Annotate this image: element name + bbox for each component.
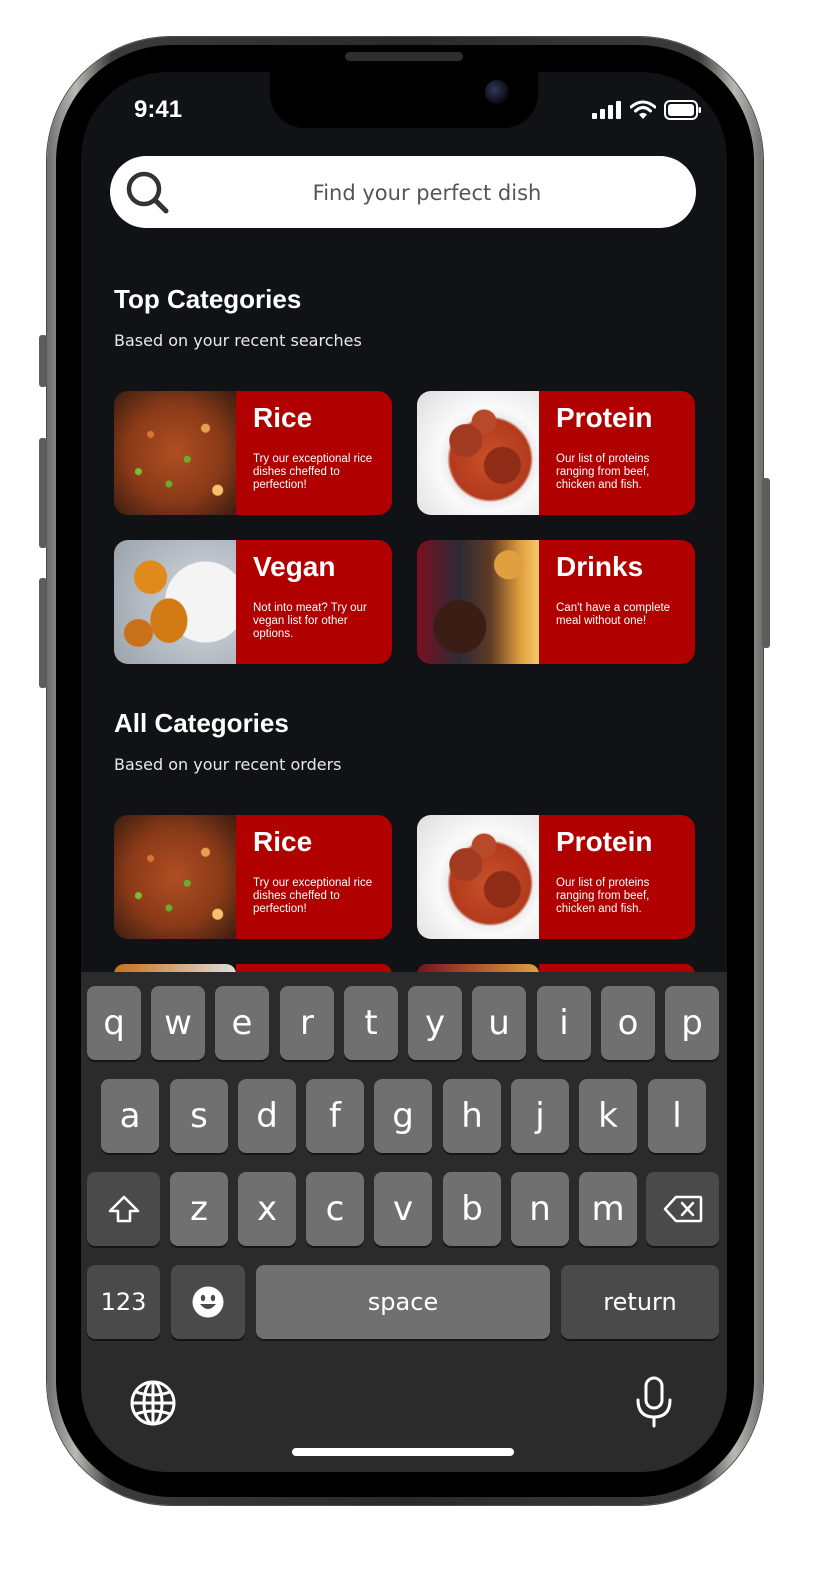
key-i[interactable]: i xyxy=(537,986,591,1060)
key-d[interactable]: d xyxy=(238,1079,296,1153)
key-q[interactable]: q xyxy=(87,986,141,1060)
search-icon[interactable] xyxy=(124,169,170,215)
category-description: Our list of proteins ranging from beef, … xyxy=(556,453,650,491)
action-button xyxy=(39,335,47,387)
key-k[interactable]: k xyxy=(579,1079,637,1153)
emoji-key[interactable] xyxy=(171,1265,245,1339)
drinks-image xyxy=(417,540,539,664)
beef-stew-image xyxy=(417,815,539,939)
shift-icon xyxy=(108,1195,139,1223)
emoji-icon xyxy=(192,1286,224,1318)
category-name: Protein xyxy=(556,402,653,433)
globe-icon xyxy=(130,1380,176,1426)
top-categories-title: Top Categories xyxy=(114,284,302,314)
category-description: Try our exceptional rice dishes cheffed … xyxy=(253,453,373,491)
category-name: Vegan xyxy=(253,551,336,582)
category-name: Rice xyxy=(253,402,313,433)
category-card-drinks[interactable]: Drinks Can't have a complete meal withou… xyxy=(417,540,695,664)
category-description: Try our exceptional rice dishes cheffed … xyxy=(253,877,373,915)
key-f[interactable]: f xyxy=(306,1079,364,1153)
category-name: Rice xyxy=(253,826,313,857)
search-bar[interactable] xyxy=(110,156,696,230)
beef-stew-image xyxy=(417,391,539,515)
key-h[interactable]: h xyxy=(443,1079,501,1153)
home-indicator[interactable] xyxy=(292,1448,514,1456)
status-icons xyxy=(592,100,702,120)
key-m[interactable]: m xyxy=(579,1172,637,1246)
backspace-key[interactable] xyxy=(646,1172,719,1246)
key-x[interactable]: x xyxy=(238,1172,296,1246)
key-z[interactable]: z xyxy=(170,1172,228,1246)
all-categories-subtitle: Based on your recent orders xyxy=(114,755,342,774)
key-y[interactable]: y xyxy=(408,986,462,1060)
category-card-protein[interactable]: Protein Our list of proteins ranging fro… xyxy=(417,815,695,939)
all-categories-title: All Categories xyxy=(114,708,289,738)
key-t[interactable]: t xyxy=(344,986,398,1060)
search-input[interactable] xyxy=(190,156,664,230)
category-card-rice[interactable]: Rice Try our exceptional rice dishes che… xyxy=(114,391,392,515)
jollof-rice-image xyxy=(114,815,236,939)
top-categories-subtitle: Based on your recent searches xyxy=(114,331,362,350)
key-w[interactable]: w xyxy=(151,986,205,1060)
battery-icon xyxy=(664,100,701,120)
earpiece-speaker xyxy=(345,52,463,61)
key-s[interactable]: s xyxy=(170,1079,228,1153)
microphone-icon xyxy=(636,1376,672,1428)
dictation-button[interactable] xyxy=(631,1376,677,1428)
category-name: Protein xyxy=(556,826,653,857)
status-time: 9:41 xyxy=(134,96,183,123)
key-v[interactable]: v xyxy=(374,1172,432,1246)
jollof-rice-image xyxy=(114,391,236,515)
category-card-protein[interactable]: Protein Our list of proteins ranging fro… xyxy=(417,391,695,515)
key-p[interactable]: p xyxy=(665,986,719,1060)
power-button xyxy=(762,478,770,648)
key-o[interactable]: o xyxy=(601,986,655,1060)
notch xyxy=(270,72,538,128)
volume-up-button xyxy=(39,438,47,548)
keyboard: q w e r t y u i o p a s d f g h j k l z … xyxy=(81,972,727,1472)
key-g[interactable]: g xyxy=(374,1079,432,1153)
backspace-icon xyxy=(663,1195,702,1223)
front-camera xyxy=(485,80,509,104)
shift-key[interactable] xyxy=(87,1172,160,1246)
category-card-vegan[interactable]: Vegan Not into meat? Try our vegan list … xyxy=(114,540,392,664)
wifi-icon xyxy=(630,100,656,119)
key-j[interactable]: j xyxy=(511,1079,569,1153)
key-a[interactable]: a xyxy=(101,1079,159,1153)
key-n[interactable]: n xyxy=(511,1172,569,1246)
key-l[interactable]: l xyxy=(648,1079,706,1153)
cellular-signal-icon xyxy=(592,101,621,119)
category-description: Our list of proteins ranging from beef, … xyxy=(556,877,650,915)
category-description: Not into meat? Try our vegan list for ot… xyxy=(253,602,367,640)
globe-button[interactable] xyxy=(129,1379,177,1427)
key-u[interactable]: u xyxy=(472,986,526,1060)
return-key[interactable]: return xyxy=(561,1265,719,1339)
fried-plantain-image xyxy=(114,540,236,664)
category-name: Drinks xyxy=(556,551,644,582)
key-c[interactable]: c xyxy=(306,1172,364,1246)
category-description: Can't have a complete meal without one! xyxy=(556,602,671,627)
key-r[interactable]: r xyxy=(280,986,334,1060)
key-b[interactable]: b xyxy=(443,1172,501,1246)
key-e[interactable]: e xyxy=(215,986,269,1060)
volume-down-button xyxy=(39,578,47,688)
space-key[interactable]: space xyxy=(256,1265,550,1339)
numbers-key[interactable]: 123 xyxy=(87,1265,160,1339)
category-card-rice[interactable]: Rice Try our exceptional rice dishes che… xyxy=(114,815,392,939)
screen: 9:41 Top Categories Based on your recent… xyxy=(81,72,727,1472)
